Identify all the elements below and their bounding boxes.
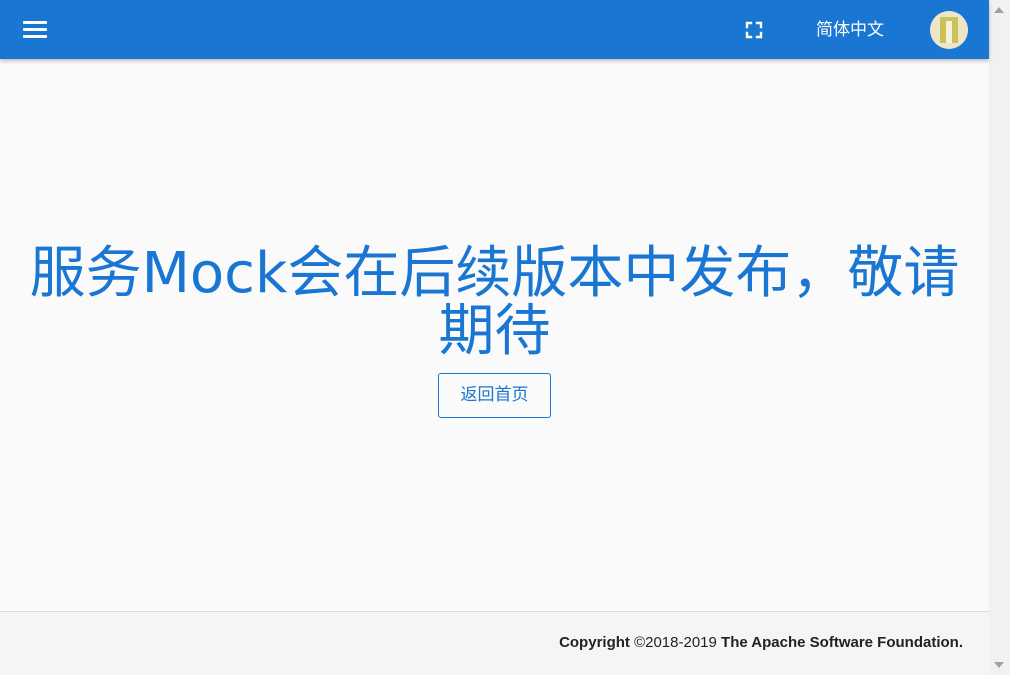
copyright-years: ©2018-2019 [634, 634, 717, 651]
fullscreen-icon [745, 21, 763, 39]
menu-icon-bar-bottom [23, 35, 47, 38]
copyright-label: Copyright [559, 634, 630, 651]
main-area: 简体中文 服务Mock会在后续版本中发布，敬请期待 返回首页 Copyright… [0, 0, 989, 675]
footer-copyright: Copyright ©2018-2019 The Apache Software… [559, 634, 963, 651]
menu-button[interactable] [14, 15, 56, 45]
top-toolbar: 简体中文 [0, 0, 989, 59]
scroll-up-arrow-icon[interactable] [994, 7, 1004, 13]
menu-icon-bar-middle [23, 28, 47, 31]
user-avatar-icon [930, 11, 968, 49]
avatar[interactable] [930, 11, 968, 49]
back-to-home-button[interactable]: 返回首页 [438, 373, 551, 418]
app-window: 简体中文 服务Mock会在后续版本中发布，敬请期待 返回首页 Copyright… [0, 0, 1010, 675]
vertical-scrollbar[interactable] [989, 0, 1010, 675]
coming-soon-message: 服务Mock会在后续版本中发布，敬请期待 [29, 241, 960, 364]
language-selector[interactable]: 简体中文 [800, 14, 900, 46]
language-label: 简体中文 [816, 20, 884, 40]
menu-icon-bar-top [23, 21, 47, 24]
scroll-down-arrow-icon[interactable] [994, 662, 1004, 668]
copyright-organization: The Apache Software Foundation. [721, 634, 963, 651]
footer: Copyright ©2018-2019 The Apache Software… [0, 611, 989, 675]
content-area: 服务Mock会在后续版本中发布，敬请期待 返回首页 [0, 59, 989, 611]
fullscreen-button[interactable] [736, 12, 772, 48]
